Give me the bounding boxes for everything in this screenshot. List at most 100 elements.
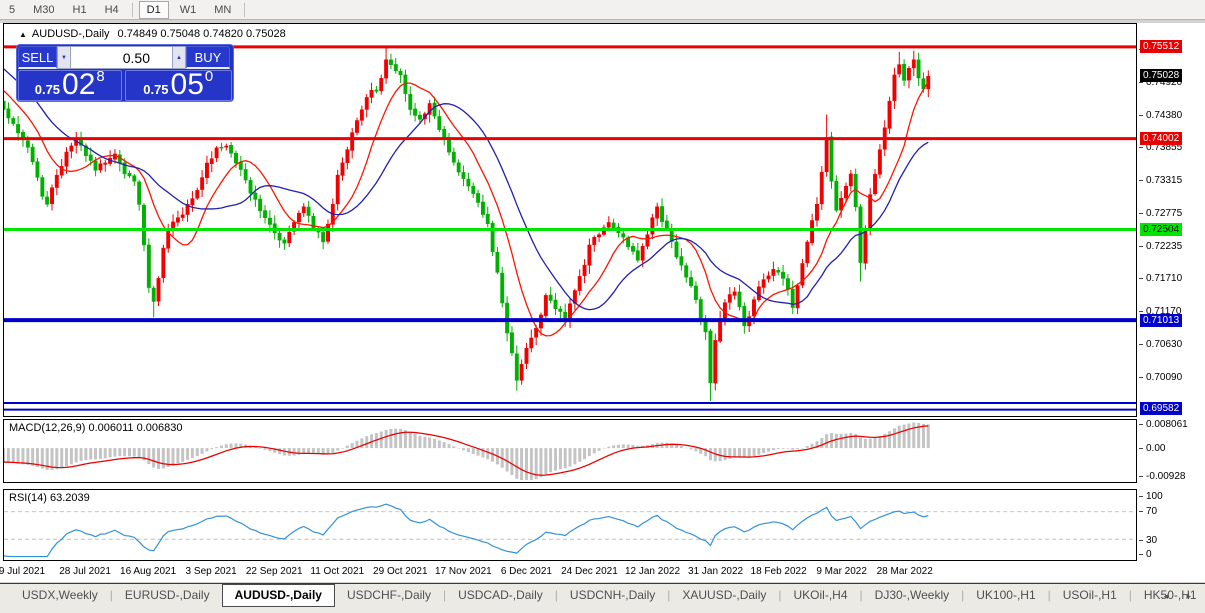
- price-tick-label: 0.72775: [1146, 208, 1182, 219]
- macd-axis-tick: [1139, 424, 1143, 425]
- rsi-axis-tick: [1139, 496, 1143, 497]
- price-tick-mark: [1139, 180, 1143, 181]
- chart-tab-usoil-h1[interactable]: USOil-,H1: [1051, 585, 1129, 606]
- rsi-label: RSI(14) 63.2039: [9, 492, 90, 504]
- panel-collapse-icon[interactable]: ▲: [19, 30, 27, 39]
- price-tick-mark: [1139, 246, 1143, 247]
- price-tick-mark: [1139, 82, 1143, 83]
- buy-price-box[interactable]: 0.75 05 0: [125, 70, 232, 101]
- macd-axis-label: 0.00: [1146, 443, 1165, 454]
- timeframe-toolbar: 5M30 H1H4 D1W1MN: [0, 0, 1205, 20]
- chart-tab-usdcad-daily[interactable]: USDCAD-,Daily: [446, 585, 555, 606]
- date-label: 6 Dec 2021: [501, 566, 552, 577]
- rsi-indicator-panel[interactable]: RSI(14) 63.2039: [3, 489, 1137, 561]
- rsi-canvas[interactable]: [4, 490, 1136, 560]
- price-badge-0.71013: 0.71013: [1140, 314, 1182, 327]
- timeframe-button-mn[interactable]: MN: [207, 2, 238, 18]
- volume-input[interactable]: [71, 46, 172, 69]
- chart-tab-uk100-h1[interactable]: UK100-,H1: [964, 585, 1047, 606]
- timeframe-button-m30[interactable]: M30: [26, 2, 61, 18]
- rsi-axis-label: 70: [1146, 506, 1157, 517]
- volume-decrease-button[interactable]: ▼: [57, 46, 71, 69]
- timeframe-button-w1[interactable]: W1: [173, 2, 204, 18]
- chart-ohlc-values: 0.74849 0.75048 0.74820 0.75028: [118, 28, 286, 40]
- sell-price-sup: 8: [96, 68, 104, 85]
- chart-symbol-label: AUDUSD-,Daily: [32, 28, 110, 40]
- volume-increase-button[interactable]: ▲: [172, 46, 186, 69]
- price-tick-label: 0.73315: [1146, 175, 1182, 186]
- buy-price-big: 05: [171, 71, 204, 99]
- rsi-axis-label: 30: [1146, 535, 1157, 546]
- chart-tab-ukoil-h4[interactable]: UKOil-,H4: [782, 585, 860, 606]
- rsi-axis-tick: [1139, 554, 1143, 555]
- chart-tab-usdx-weekly[interactable]: USDX,Weekly: [10, 585, 110, 606]
- date-axis[interactable]: 9 Jul 2021 28 Jul 2021 16 Aug 2021 3 Sep 20…: [3, 562, 1137, 582]
- chart-tab-eurusd-daily[interactable]: EURUSD-,Daily: [113, 585, 222, 606]
- price-tick-label: 0.71710: [1146, 273, 1182, 284]
- date-label: 22 Sep 2021: [246, 566, 303, 577]
- rsi-axis-tick: [1139, 540, 1143, 541]
- macd-indicator-panel[interactable]: MACD(12,26,9) 0.006011 0.006830: [3, 419, 1137, 483]
- price-chart-panel[interactable]: ▲ AUDUSD-,Daily 0.74849 0.75048 0.74820 0.…: [3, 23, 1137, 417]
- timeframe-button-h1[interactable]: H1: [66, 2, 94, 18]
- rsi-axis-label: 100: [1146, 491, 1163, 502]
- macd-label: MACD(12,26,9) 0.006011 0.006830: [9, 422, 182, 434]
- price-badge-0.75512: 0.75512: [1140, 40, 1182, 53]
- price-tick-mark: [1139, 213, 1143, 214]
- chart-title: ▲ AUDUSD-,Daily 0.74849 0.75048 0.74820 0.…: [19, 28, 286, 40]
- price-tick-label: 0.72235: [1146, 241, 1182, 252]
- timeframe-button-d1[interactable]: D1: [139, 1, 169, 19]
- price-tick-mark: [1139, 278, 1143, 279]
- tab-scroll-arrows[interactable]: ◂ ▸: [1163, 591, 1199, 602]
- timeframe-button-5[interactable]: 5: [2, 2, 22, 18]
- toolbar-separator: [244, 3, 245, 17]
- date-label: 28 Mar 2022: [877, 566, 933, 577]
- chart-tab-xauusd-daily[interactable]: XAUUSD-,Daily: [670, 585, 778, 606]
- buy-button[interactable]: BUY: [186, 46, 230, 69]
- date-label: 18 Feb 2022: [751, 566, 807, 577]
- toolbar-separator: [132, 3, 133, 17]
- date-label: 28 Jul 2021: [59, 566, 111, 577]
- date-label: 16 Aug 2021: [120, 566, 176, 577]
- chart-tab-usdchf-daily[interactable]: USDCHF-,Daily: [335, 585, 443, 606]
- macd-axis-label: 0.008061: [1146, 419, 1188, 430]
- date-label: 17 Nov 2021: [435, 566, 492, 577]
- price-tick-label: 0.70630: [1146, 339, 1182, 350]
- price-badge-0.72504: 0.72504: [1140, 223, 1182, 236]
- price-tick-mark: [1139, 377, 1143, 378]
- date-label: 9 Mar 2022: [816, 566, 867, 577]
- price-badge-0.74002: 0.74002: [1140, 132, 1182, 145]
- chart-tab-dj30-weekly[interactable]: DJ30-,Weekly: [863, 585, 961, 606]
- price-tick-mark: [1139, 311, 1143, 312]
- rsi-axis-label: 0: [1146, 549, 1152, 560]
- date-label: 11 Oct 2021: [310, 566, 364, 577]
- price-badge-0.69582: 0.69582: [1140, 402, 1182, 415]
- macd-axis-tick: [1139, 476, 1143, 477]
- date-label: 9 Jul 2021: [0, 566, 45, 577]
- macd-axis-tick: [1139, 448, 1143, 449]
- price-tick-mark: [1139, 147, 1143, 148]
- timeframe-button-h4[interactable]: H4: [98, 2, 126, 18]
- ma-slow-line: [4, 69, 928, 310]
- price-axis[interactable]: 0.754600.749200.743800.738550.733150.727…: [1139, 23, 1205, 582]
- price-badge-0.75028: 0.75028: [1140, 69, 1182, 82]
- price-tick-mark: [1139, 344, 1143, 345]
- sell-price-small: 0.75: [35, 82, 60, 97]
- date-label: 31 Jan 2022: [688, 566, 743, 577]
- rsi-axis-tick: [1139, 511, 1143, 512]
- sell-button[interactable]: SELL: [18, 46, 57, 69]
- date-label: 29 Oct 2021: [373, 566, 427, 577]
- price-tick-label: 0.70090: [1146, 372, 1182, 383]
- date-label: 24 Dec 2021: [561, 566, 618, 577]
- sell-price-box[interactable]: 0.75 02 8: [18, 70, 122, 101]
- sell-price-big: 02: [62, 71, 95, 99]
- buy-price-sup: 0: [205, 68, 213, 85]
- buy-price-small: 0.75: [143, 82, 168, 97]
- chart-tab-audusd-daily[interactable]: AUDUSD-,Daily: [222, 584, 335, 607]
- one-click-trading-panel: SELL ▼ ▲ BUY 0.75 02 8 0.75 05 0: [16, 44, 234, 102]
- price-tick-mark: [1139, 115, 1143, 116]
- chart-tab-usdcnh-daily[interactable]: USDCNH-,Daily: [558, 585, 667, 606]
- chart-tab-bar: USDX,Weekly|EURUSD-,DailyAUDUSD-,DailyUS…: [0, 583, 1205, 613]
- macd-axis-label: -0.00928: [1146, 471, 1185, 482]
- date-label: 3 Sep 2021: [186, 566, 237, 577]
